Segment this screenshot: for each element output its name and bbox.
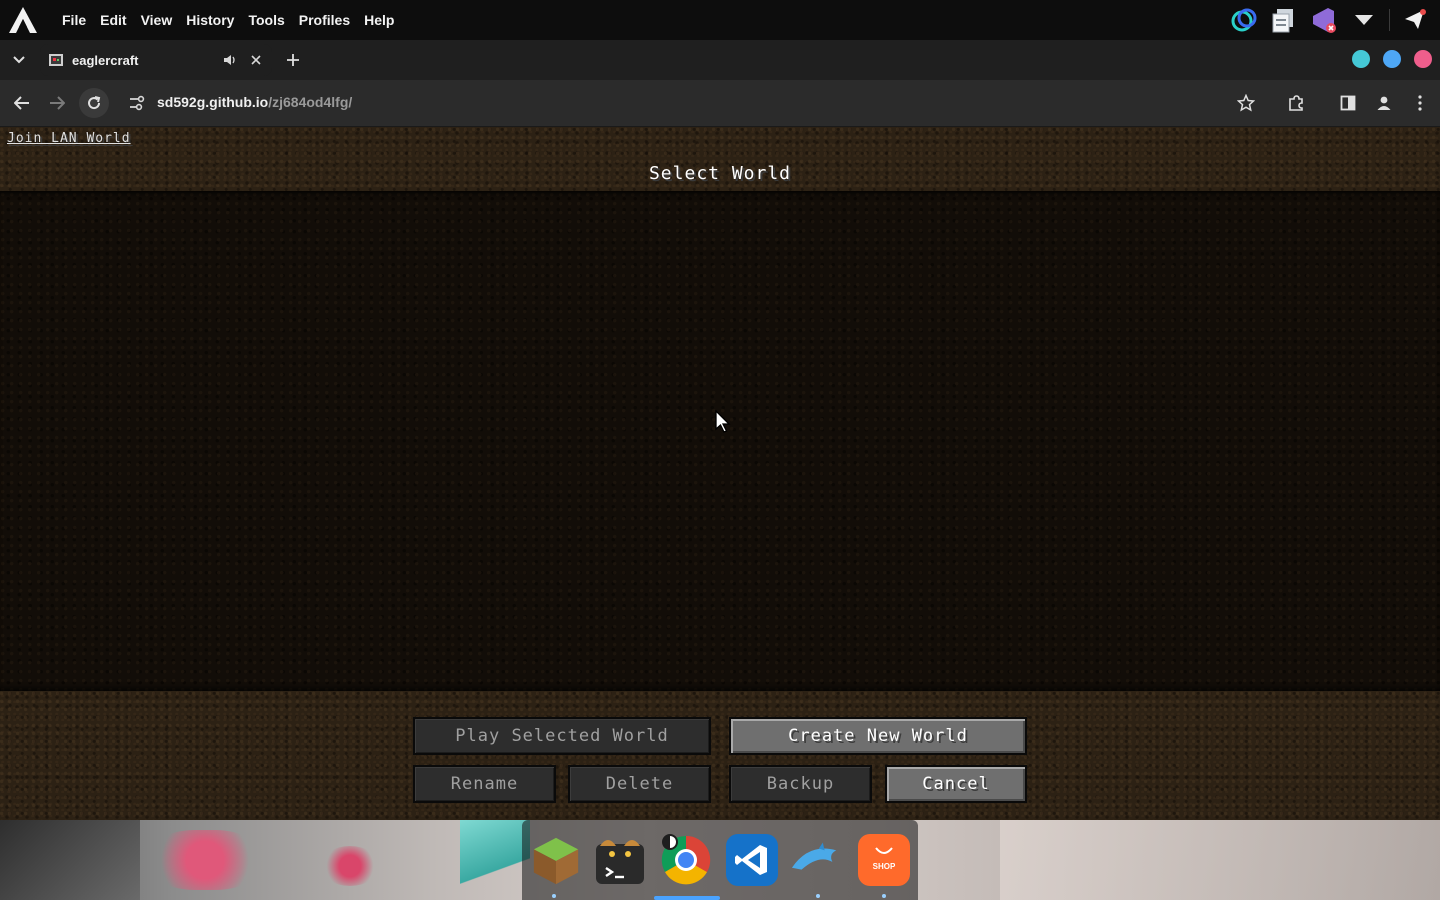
shop-label: SHOP	[872, 862, 896, 871]
site-info-icon[interactable]	[128, 95, 146, 111]
toolbar-actions	[1234, 91, 1432, 115]
notification-icon[interactable]	[1400, 5, 1430, 35]
tab-strip: eaglercraft	[0, 40, 1440, 80]
navigation-bar: sd592g.github.io/zj684od4lfg/	[0, 80, 1440, 127]
sync-icon[interactable]	[1229, 5, 1259, 35]
wallpaper-dark-region	[0, 820, 140, 900]
more-menu-icon[interactable]	[1408, 91, 1432, 115]
sidebar-toggle-icon[interactable]	[1336, 91, 1360, 115]
menu-edit[interactable]: Edit	[100, 12, 126, 28]
tab-eaglercraft[interactable]: eaglercraft	[40, 44, 272, 76]
wallpaper-pink-flowers	[150, 830, 260, 890]
url-path: /zj684od4lfg/	[268, 94, 353, 110]
tab-title: eaglercraft	[72, 52, 139, 68]
arch-logo-icon[interactable]	[8, 5, 38, 35]
menu-history[interactable]: History	[186, 12, 234, 28]
wallpaper-teal-hair	[460, 820, 530, 900]
window-controls	[1352, 50, 1432, 68]
speaker-icon[interactable]	[222, 52, 238, 68]
close-tab-icon[interactable]	[248, 52, 264, 68]
wallpaper-pink-flowers-2	[320, 846, 380, 886]
extensions-puzzle-icon[interactable]	[1284, 91, 1308, 115]
menu-view[interactable]: View	[141, 12, 173, 28]
dropdown-icon[interactable]	[1349, 5, 1379, 35]
dock-active-indicator	[654, 896, 720, 900]
screen-title: Select World	[648, 163, 792, 184]
wallpaper-right-region	[1000, 820, 1440, 900]
bookmark-star-icon[interactable]	[1234, 91, 1258, 115]
menu-tools[interactable]: Tools	[248, 12, 284, 28]
delete-button[interactable]: Delete	[568, 765, 711, 803]
game-canvas[interactable]: Join LAN World Select World Play Selecte…	[0, 127, 1440, 820]
forward-arrow-icon[interactable]	[45, 91, 69, 115]
visual-studio-icon[interactable]	[1309, 5, 1339, 35]
url-host: sd592g.github.io	[157, 94, 269, 110]
back-arrow-icon[interactable]	[10, 91, 34, 115]
tab-list-chevron-icon[interactable]	[8, 49, 30, 71]
menu-file[interactable]: File	[62, 12, 86, 28]
dock-running-indicator	[816, 894, 820, 898]
maximize-button[interactable]	[1383, 50, 1401, 68]
terminal-icon[interactable]	[594, 834, 646, 886]
menu-help[interactable]: Help	[364, 12, 394, 28]
mouse-cursor-icon	[714, 409, 732, 434]
dock: SHOP	[522, 820, 918, 900]
backup-button[interactable]: Backup	[729, 765, 872, 803]
vscode-icon[interactable]	[726, 834, 778, 886]
dolphin-icon[interactable]	[790, 834, 842, 886]
dock-running-indicator	[552, 894, 556, 898]
profile-avatar-icon[interactable]	[1372, 91, 1396, 115]
menu-profiles[interactable]: Profiles	[299, 12, 350, 28]
eaglercraft-favicon-icon	[48, 52, 64, 68]
address-bar-url[interactable]: sd592g.github.io/zj684od4lfg/	[157, 94, 352, 110]
dock-running-indicator	[882, 894, 886, 898]
chrome-icon[interactable]	[660, 834, 712, 886]
close-window-button[interactable]	[1414, 50, 1432, 68]
create-new-world-button[interactable]: Create New World	[729, 717, 1027, 755]
header-dirt-panel: Join LAN World Select World	[0, 127, 1440, 191]
play-selected-world-button[interactable]: Play Selected World	[413, 717, 711, 755]
footer-dirt-panel: Play Selected World Create New World Ren…	[0, 691, 1440, 820]
system-tray	[1229, 0, 1440, 40]
minecraft-icon[interactable]	[530, 834, 582, 886]
shop-icon[interactable]: SHOP	[858, 834, 910, 886]
world-list[interactable]	[0, 191, 1440, 691]
minimize-button[interactable]	[1352, 50, 1370, 68]
reload-icon[interactable]	[79, 88, 109, 118]
system-menubar: File Edit View History Tools Profiles He…	[0, 0, 1440, 40]
new-tab-plus-icon[interactable]	[282, 48, 304, 72]
notes-icon[interactable]	[1269, 5, 1299, 35]
tray-separator	[1389, 9, 1390, 31]
cancel-button[interactable]: Cancel	[885, 765, 1027, 803]
join-lan-world-link[interactable]: Join LAN World	[7, 131, 131, 146]
rename-button[interactable]: Rename	[413, 765, 556, 803]
desktop-wallpaper: SHOP	[0, 820, 1440, 900]
